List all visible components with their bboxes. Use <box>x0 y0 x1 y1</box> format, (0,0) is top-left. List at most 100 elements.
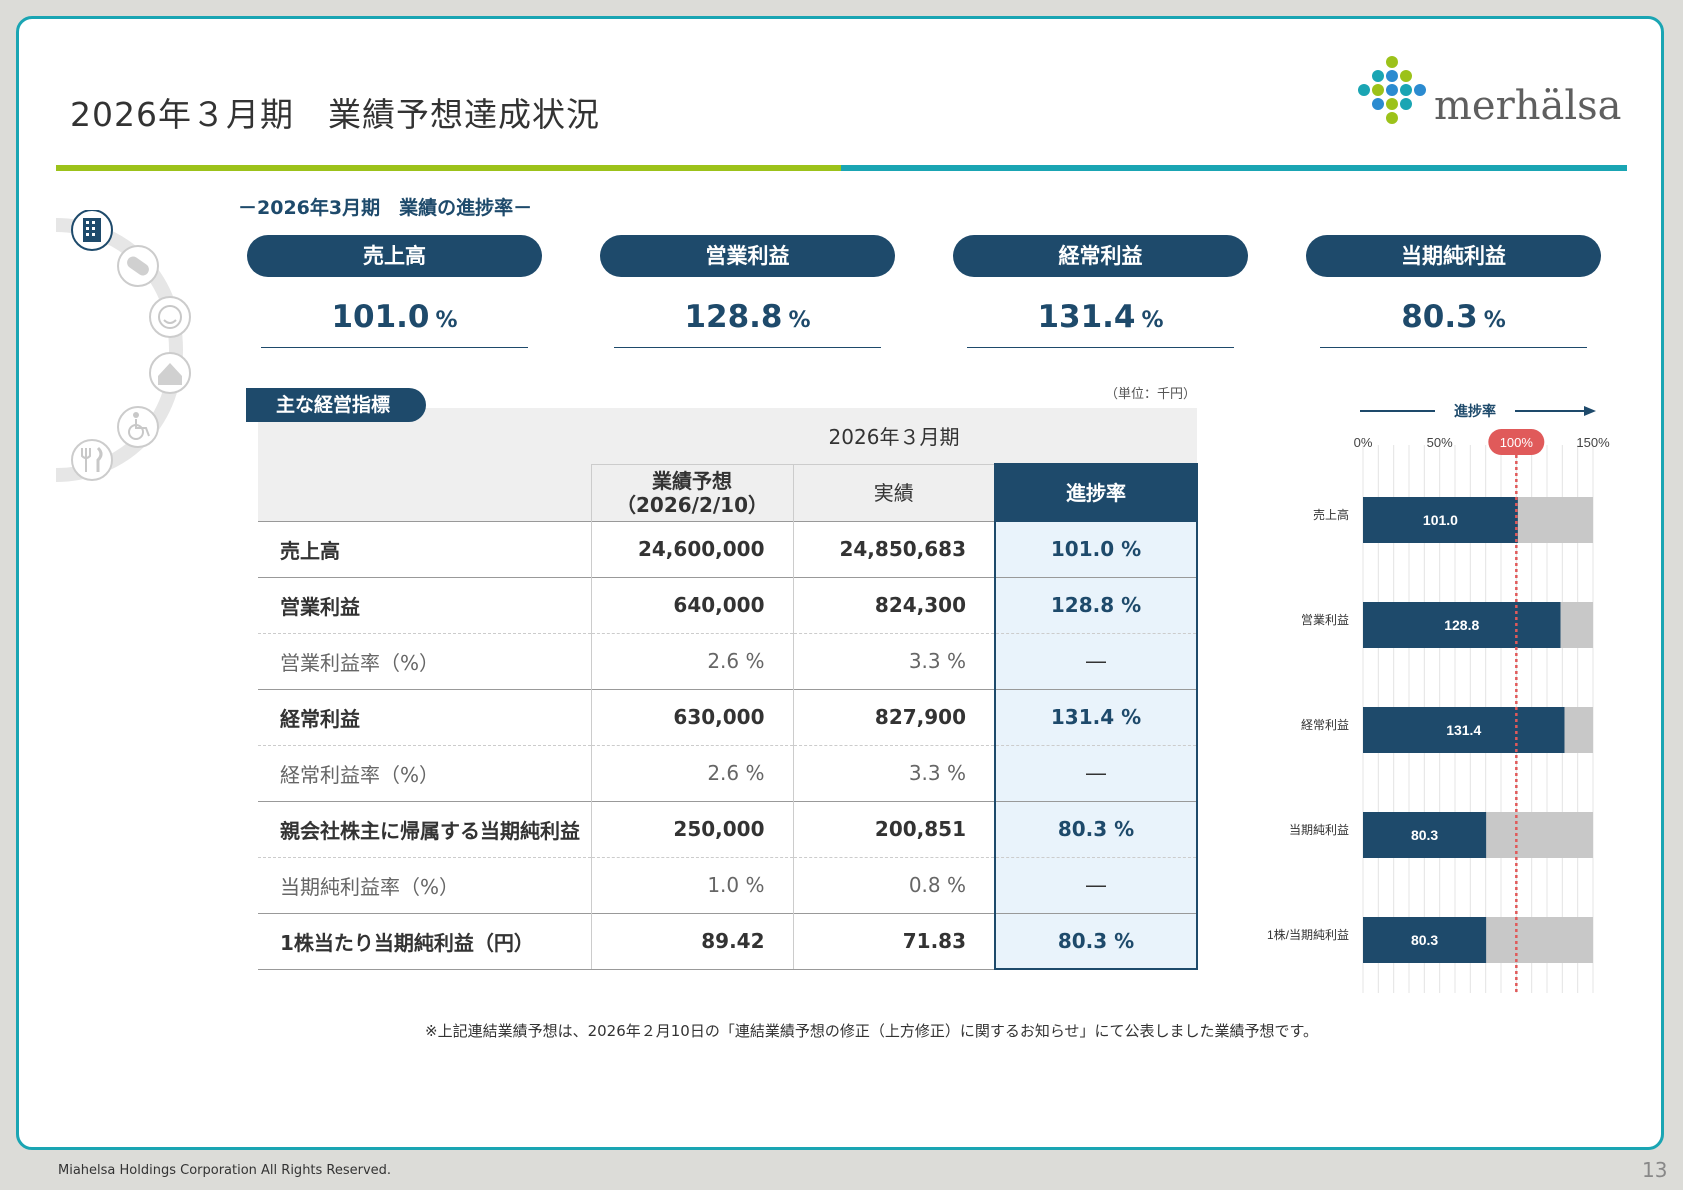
kpi-label: 当期純利益 <box>1306 235 1601 277</box>
forecast-value: 250,000 <box>590 800 793 857</box>
progress-value: ― <box>994 744 1198 801</box>
category-label: 当期純利益 <box>1289 823 1349 837</box>
progress-value: 80.3 % <box>994 800 1198 857</box>
table-corner <box>258 408 591 521</box>
data-label: 80.3 <box>1411 827 1438 843</box>
kpi-value-row: 128.8% <box>614 299 881 348</box>
table-row: 経常利益率（%） 2.6 % 3.3 % ― <box>258 744 1198 801</box>
forecast-value: 89.42 <box>590 912 793 970</box>
table-row: 1株当たり当期純利益（円） 89.42 71.83 80.3 % <box>258 912 1198 970</box>
row-label: 経常利益 <box>258 688 591 745</box>
kpi-value: 101.0 <box>331 299 430 335</box>
actual-value: 824,300 <box>792 576 995 633</box>
logo-mark-icon <box>1358 56 1426 124</box>
actual-value: 827,900 <box>792 688 995 745</box>
copyright: Miahelsa Holdings Corporation All Rights… <box>58 1163 392 1178</box>
side-icon-arc <box>55 209 206 490</box>
kpi-value: 80.3 <box>1401 299 1478 335</box>
forecast-value: 24,600,000 <box>590 520 793 577</box>
kpi-value: 131.4 <box>1037 299 1136 335</box>
actual-value: 3.3 % <box>792 632 995 689</box>
actual-value: 24,850,683 <box>792 520 995 577</box>
tick-label: 0% <box>1354 435 1373 450</box>
page-title: 2026年３月期 業績予想達成状況 <box>70 95 600 134</box>
wheelchair-icon <box>117 406 159 448</box>
table-row: 営業利益率（%） 2.6 % 3.3 % ― <box>258 632 1198 689</box>
progress-subheading: －2026年3月期 業績の進捗率－ <box>238 197 533 219</box>
actual-value: 200,851 <box>792 800 995 857</box>
row-label: 営業利益 <box>258 576 591 633</box>
indicators-tag: 主な経営指標 <box>246 388 426 422</box>
face-icon <box>149 296 191 338</box>
table-row: 営業利益 640,000 824,300 128.8 % <box>258 576 1198 633</box>
progress-value: 101.0 % <box>994 520 1198 577</box>
header-rule-teal <box>841 165 1627 171</box>
forecast-value: 2.6 % <box>590 632 793 689</box>
row-label: 営業利益率（%） <box>258 632 591 689</box>
category-label: 売上高 <box>1313 507 1349 522</box>
actual-value: 71.83 <box>792 912 995 970</box>
kpi-label: 営業利益 <box>600 235 895 277</box>
data-label: 128.8 <box>1444 617 1479 633</box>
cutlery-icon <box>71 439 113 481</box>
actual-value: 0.8 % <box>792 856 995 913</box>
kpi-unit: % <box>1483 308 1506 333</box>
progress-value: 128.8 % <box>994 576 1198 633</box>
progress-bar-chart: 進捗率 0% 50% 100% 150% 101.0 売上高 128.8 営業利益 131.4 経常… <box>1267 403 1610 993</box>
category-label: 経常利益 <box>1301 718 1349 732</box>
forecast-header-date: （2026/2/10） <box>615 492 769 517</box>
tick-label: 150% <box>1576 435 1610 450</box>
row-label: 当期純利益率（%） <box>258 856 591 913</box>
data-label: 101.0 <box>1423 512 1458 528</box>
table-row: 親会社株主に帰属する当期純利益 250,000 200,851 80.3 % <box>258 800 1198 857</box>
tick-label: 100% <box>1500 435 1534 450</box>
table-row: 当期純利益率（%） 1.0 % 0.8 % ― <box>258 856 1198 913</box>
actual-header: 実績 <box>792 463 995 521</box>
logo-wordmark: merhälsa <box>1434 83 1622 129</box>
forecast-value: 640,000 <box>590 576 793 633</box>
kpi-value-row: 101.0% <box>261 299 528 348</box>
table-row: 経常利益 630,000 827,900 131.4 % <box>258 688 1198 745</box>
table-row: 売上高 24,600,000 24,850,683 101.0 % <box>258 520 1198 577</box>
company-logo: merhälsa <box>1350 55 1622 135</box>
kpi-card-sales: 売上高 101.0% <box>247 235 542 348</box>
category-label: 営業利益 <box>1301 613 1349 627</box>
page-number: 13 <box>1642 1158 1668 1182</box>
progress-value: 80.3 % <box>994 912 1198 970</box>
building-icon <box>71 209 113 251</box>
kpi-card-ordinary-profit: 経常利益 131.4% <box>953 235 1248 348</box>
tick-label: 50% <box>1427 435 1453 450</box>
kpi-value-row: 80.3% <box>1320 299 1587 348</box>
footnote: ※上記連結業績予想は、2026年２月10日の「連結業績予想の修正（上方修正）に関… <box>425 1022 1319 1040</box>
kpi-label: 売上高 <box>247 235 542 277</box>
forecast-header: 業績予想 （2026/2/10） <box>590 463 793 521</box>
period-header: 2026年３月期 <box>591 408 1197 464</box>
kpi-unit: % <box>788 308 811 333</box>
house-icon <box>149 352 191 394</box>
indicators-table: 2026年３月期 業績予想 （2026/2/10） 実績 進捗率 売上高 24,6… <box>258 408 1198 970</box>
progress-value: 131.4 % <box>994 688 1198 745</box>
kpi-card-net-income: 当期純利益 80.3% <box>1306 235 1601 348</box>
unit-note: （単位：千円） <box>1105 387 1197 402</box>
progress-header: 進捗率 <box>994 463 1198 522</box>
kpi-value: 128.8 <box>684 299 783 335</box>
forecast-value: 630,000 <box>590 688 793 745</box>
category-label: 1株/当期純利益 <box>1267 927 1349 942</box>
forecast-value: 2.6 % <box>590 744 793 801</box>
row-label: 親会社株主に帰属する当期純利益 <box>258 800 591 857</box>
pill-icon <box>117 245 159 287</box>
row-label: 1株当たり当期純利益（円） <box>258 912 591 970</box>
actual-value: 3.3 % <box>792 744 995 801</box>
axis-title: 進捗率 <box>1454 403 1496 419</box>
kpi-value-row: 131.4% <box>967 299 1234 348</box>
kpi-unit: % <box>1141 308 1164 333</box>
header-rule-green <box>56 165 841 171</box>
forecast-header-label: 業績予想 <box>652 468 732 493</box>
row-label: 経常利益率（%） <box>258 744 591 801</box>
arrow-head-icon <box>1584 406 1596 416</box>
kpi-unit: % <box>435 308 458 333</box>
row-label: 売上高 <box>258 520 591 577</box>
progress-value: ― <box>994 856 1198 913</box>
kpi-label: 経常利益 <box>953 235 1248 277</box>
forecast-value: 1.0 % <box>590 856 793 913</box>
